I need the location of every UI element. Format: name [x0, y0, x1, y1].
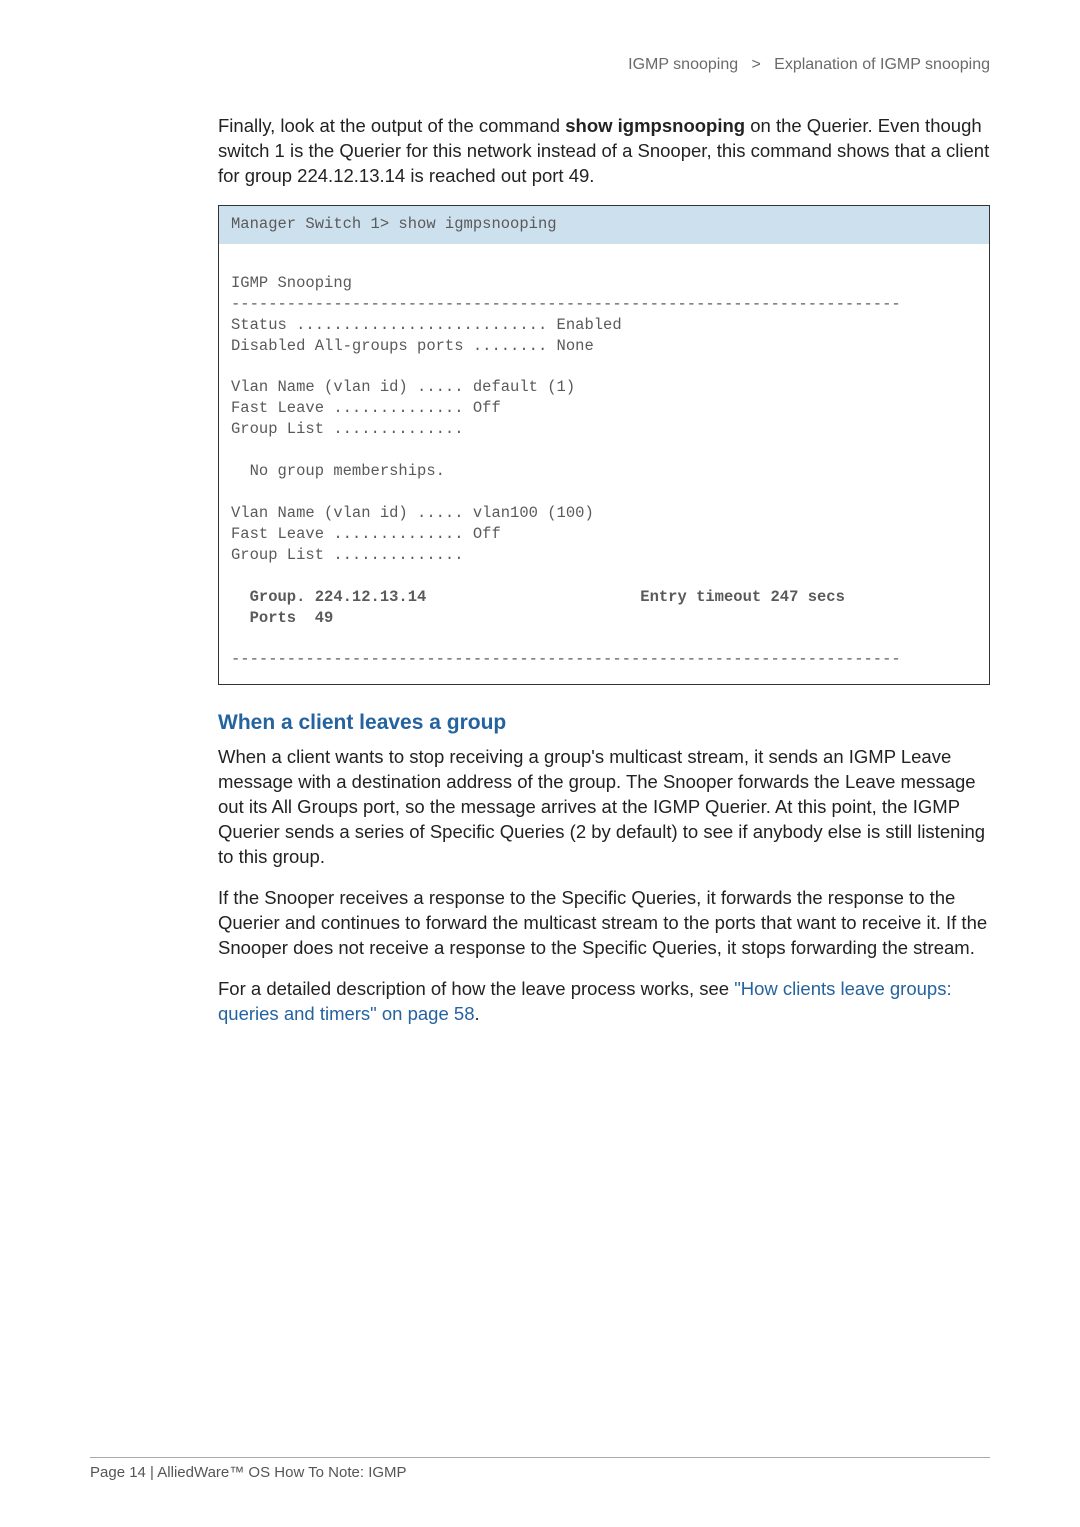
cli-output-plain-2: ----------------------------------------… — [231, 650, 901, 668]
intro-paragraph: Finally, look at the output of the comma… — [218, 114, 990, 189]
para-1: When a client wants to stop receiving a … — [218, 745, 990, 870]
cli-command: Manager Switch 1> show igmpsnooping — [219, 206, 989, 244]
breadcrumb: IGMP snooping > Explanation of IGMP snoo… — [90, 56, 990, 74]
intro-pre: Finally, look at the output of the comma… — [218, 115, 565, 136]
page-footer: Page 14 | AlliedWare™ OS How To Note: IG… — [90, 1457, 990, 1481]
breadcrumb-sep: > — [751, 56, 760, 73]
intro-cmd: show igmpsnooping — [565, 115, 745, 136]
para-3-pre: For a detailed description of how the le… — [218, 978, 734, 999]
section-heading: When a client leaves a group — [218, 711, 990, 735]
para-3: For a detailed description of how the le… — [218, 977, 990, 1027]
cli-output-plain-1: IGMP Snooping --------------------------… — [231, 274, 901, 564]
cli-output-bold: Group. 224.12.13.14 Entry timeout 247 se… — [231, 588, 845, 627]
cli-output: IGMP Snooping --------------------------… — [219, 244, 989, 684]
para-3-post: . — [474, 1003, 479, 1024]
breadcrumb-section: IGMP snooping — [628, 56, 738, 73]
para-2: If the Snooper receives a response to th… — [218, 886, 990, 961]
cli-output-box: Manager Switch 1> show igmpsnooping IGMP… — [218, 205, 990, 685]
breadcrumb-page: Explanation of IGMP snooping — [774, 56, 990, 73]
